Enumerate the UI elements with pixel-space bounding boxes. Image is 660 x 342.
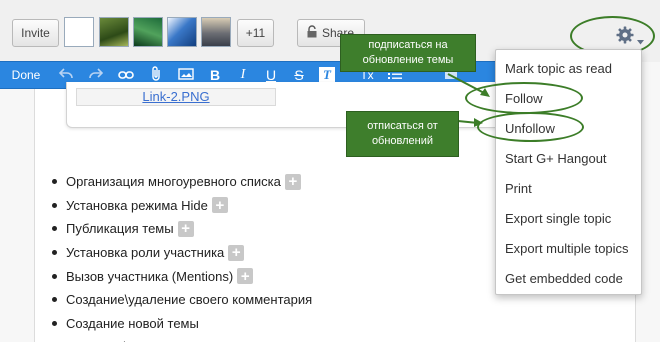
follow-callout: подписаться на обновление темы	[340, 34, 476, 72]
follow-callout-text: подписаться на обновление темы	[362, 39, 454, 66]
unfollow-callout-text: отписаться от обновлений	[367, 120, 438, 147]
unfollow-highlight-ellipse	[477, 112, 584, 142]
unfollow-callout: отписаться от обновлений	[346, 111, 459, 157]
follow-highlight-ellipse	[465, 82, 583, 114]
annotation-arrows	[447, 73, 490, 127]
